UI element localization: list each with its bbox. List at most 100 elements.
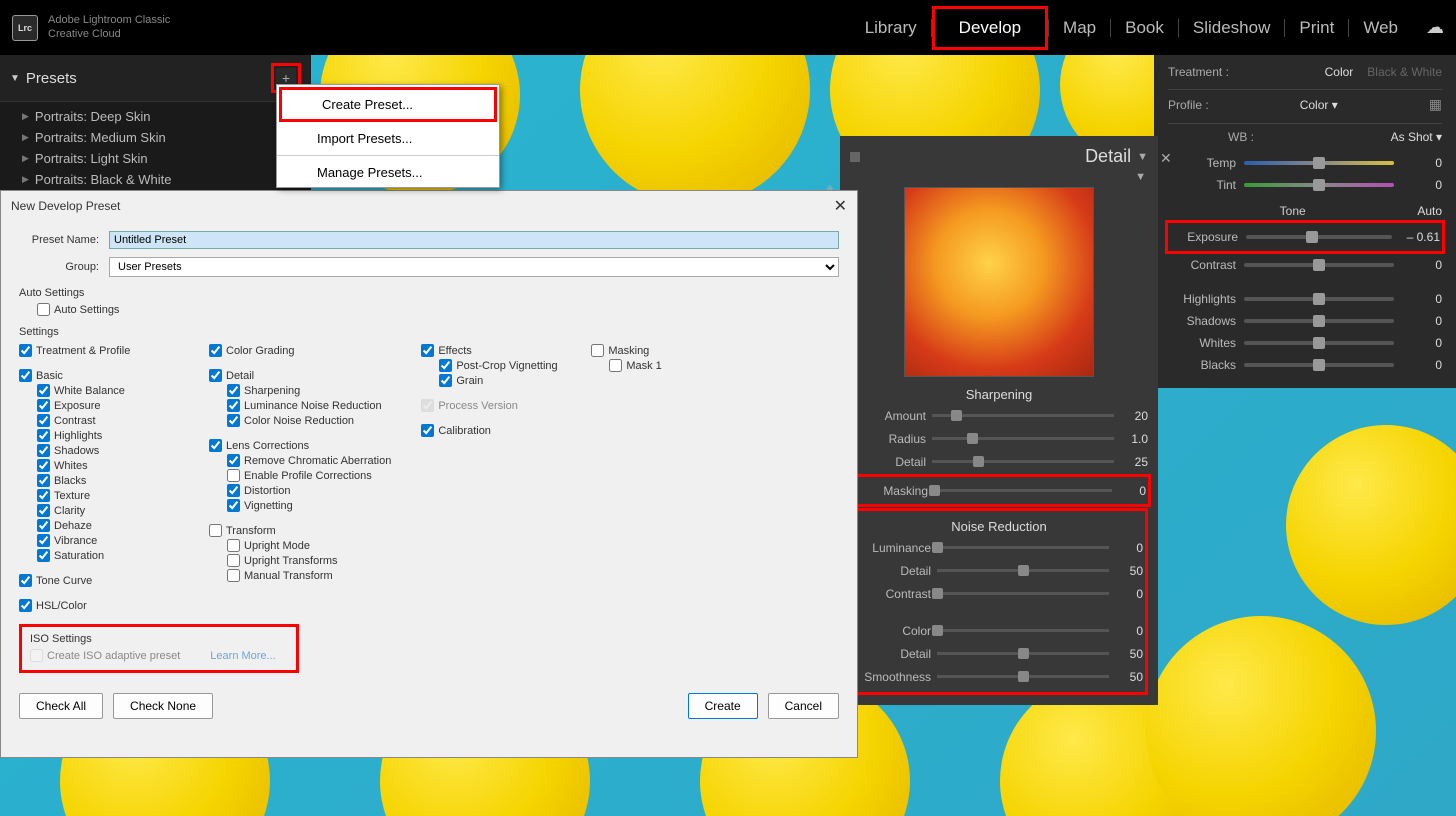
cloud-sync-icon[interactable]: ☁ <box>1426 17 1444 38</box>
chk-sharpening[interactable] <box>227 384 240 397</box>
chk-clarity[interactable] <box>37 504 50 517</box>
profile-browser-icon[interactable]: ▦ <box>1429 96 1442 113</box>
preset-item[interactable]: ▶Portraits: Deep Skin <box>0 106 311 127</box>
create-button[interactable]: Create <box>688 693 758 719</box>
preview-collapse-icon[interactable]: ▼ <box>850 171 1146 183</box>
chk-lens[interactable] <box>209 439 222 452</box>
preset-name-input[interactable] <box>109 231 839 249</box>
chk-profile-corr[interactable] <box>227 469 240 482</box>
nav-book[interactable]: Book <box>1111 12 1178 44</box>
chk-transform[interactable] <box>209 524 222 537</box>
exposure-slider[interactable] <box>1246 235 1392 239</box>
chk-vibrance[interactable] <box>37 534 50 547</box>
check-all-button[interactable]: Check All <box>19 693 103 719</box>
ctx-import-presets[interactable]: Import Presets... <box>277 124 499 153</box>
auto-tone-button[interactable]: Auto <box>1417 204 1442 218</box>
whites-slider[interactable] <box>1244 341 1394 345</box>
chk-basic[interactable] <box>19 369 32 382</box>
chk-wb[interactable] <box>37 384 50 397</box>
radius-slider[interactable] <box>932 437 1114 440</box>
chk-contrast[interactable] <box>37 414 50 427</box>
chk-uptrans[interactable] <box>227 554 240 567</box>
chk-calibration[interactable] <box>421 424 434 437</box>
preset-item[interactable]: ▶Portraits: Light Skin <box>0 148 311 169</box>
color-detail-slider[interactable] <box>937 652 1109 655</box>
treatment-color[interactable]: Color <box>1325 65 1354 79</box>
nav-map[interactable]: Map <box>1049 12 1110 44</box>
chk-tonecurve[interactable] <box>19 574 32 587</box>
treatment-bw[interactable]: Black & White <box>1367 65 1442 79</box>
ctx-manage-presets[interactable]: Manage Presets... <box>277 158 499 187</box>
tint-slider[interactable] <box>1244 183 1394 187</box>
smoothness-slider[interactable] <box>937 675 1109 678</box>
noise-contrast-slider[interactable] <box>937 592 1109 595</box>
group-select[interactable]: User Presets <box>109 257 839 277</box>
chk-shadows[interactable] <box>37 444 50 457</box>
top-bar: Lrc Adobe Lightroom Classic Creative Clo… <box>0 0 1456 55</box>
noise-detail-slider[interactable] <box>937 569 1109 572</box>
chk-whites[interactable] <box>37 459 50 472</box>
app-logo: Lrc <box>12 15 38 41</box>
nav-library[interactable]: Library <box>851 12 931 44</box>
dialog-title: New Develop Preset <box>11 199 120 213</box>
chk-treatment[interactable] <box>19 344 32 357</box>
nav-slideshow[interactable]: Slideshow <box>1179 12 1285 44</box>
chk-masking[interactable] <box>591 344 604 357</box>
chk-mantrans[interactable] <box>227 569 240 582</box>
amount-slider[interactable] <box>932 414 1114 417</box>
chk-dehaze[interactable] <box>37 519 50 532</box>
basic-panel: Treatment : Color Black & White Profile … <box>1154 55 1456 388</box>
ctx-create-preset[interactable]: Create Preset... <box>282 90 494 119</box>
chk-colornoise[interactable] <box>227 414 240 427</box>
nav-web[interactable]: Web <box>1349 12 1412 44</box>
luminance-slider[interactable] <box>937 546 1109 549</box>
preset-item[interactable]: ▶Portraits: Medium Skin <box>0 127 311 148</box>
chk-colorgrading[interactable] <box>209 344 222 357</box>
detail-collapse-icon[interactable]: ▼ <box>1137 151 1148 163</box>
nav-print[interactable]: Print <box>1285 12 1348 44</box>
chk-postcrop[interactable] <box>439 359 452 372</box>
nav-develop[interactable]: Develop <box>945 12 1035 44</box>
chk-exposure[interactable] <box>37 399 50 412</box>
blacks-slider[interactable] <box>1244 363 1394 367</box>
chk-upmode[interactable] <box>227 539 240 552</box>
masking-slider[interactable] <box>934 489 1112 492</box>
preset-item[interactable]: ▶Portraits: Black & White <box>0 169 311 190</box>
cancel-button[interactable]: Cancel <box>768 693 839 719</box>
iso-settings-box: ISO Settings Create ISO adaptive preset … <box>19 624 299 673</box>
chk-lumnoise[interactable] <box>227 399 240 412</box>
chk-blacks[interactable] <box>37 474 50 487</box>
module-nav: Library Develop Map Book Slideshow Print… <box>851 6 1444 50</box>
chk-effects[interactable] <box>421 344 434 357</box>
contrast-slider[interactable] <box>1244 263 1394 267</box>
presets-collapse-icon[interactable]: ▼ <box>10 73 20 84</box>
auto-settings-checkbox[interactable] <box>37 303 50 316</box>
chk-saturation[interactable] <box>37 549 50 562</box>
profile-dropdown[interactable]: Color ▾ <box>1300 98 1338 112</box>
chk-distortion[interactable] <box>227 484 240 497</box>
noise-header: Noise Reduction <box>855 519 1143 534</box>
learn-more-link[interactable]: Learn More... <box>210 650 275 662</box>
chk-grain[interactable] <box>439 374 452 387</box>
chk-process <box>421 399 434 412</box>
chk-texture[interactable] <box>37 489 50 502</box>
detail-preview[interactable] <box>904 187 1094 377</box>
shadows-slider[interactable] <box>1244 319 1394 323</box>
chk-highlights[interactable] <box>37 429 50 442</box>
auto-settings-header: Auto Settings <box>19 287 839 299</box>
dialog-close-button[interactable]: ✕ <box>834 196 847 216</box>
check-none-button[interactable]: Check None <box>113 693 213 719</box>
chk-hsl[interactable] <box>19 599 32 612</box>
chk-chromab[interactable] <box>227 454 240 467</box>
highlights-slider[interactable] <box>1244 297 1394 301</box>
settings-header: Settings <box>19 326 839 338</box>
sharpen-detail-slider[interactable] <box>932 460 1114 463</box>
wb-dropdown[interactable]: As Shot ▾ <box>1391 130 1442 144</box>
chk-detail[interactable] <box>209 369 222 382</box>
temp-slider[interactable] <box>1244 161 1394 165</box>
panel-handle-icon[interactable] <box>850 152 860 162</box>
panel-close-icon[interactable]: ✕ <box>1160 150 1172 167</box>
chk-vignetting[interactable] <box>227 499 240 512</box>
noise-color-slider[interactable] <box>937 629 1109 632</box>
chk-mask1[interactable] <box>609 359 622 372</box>
